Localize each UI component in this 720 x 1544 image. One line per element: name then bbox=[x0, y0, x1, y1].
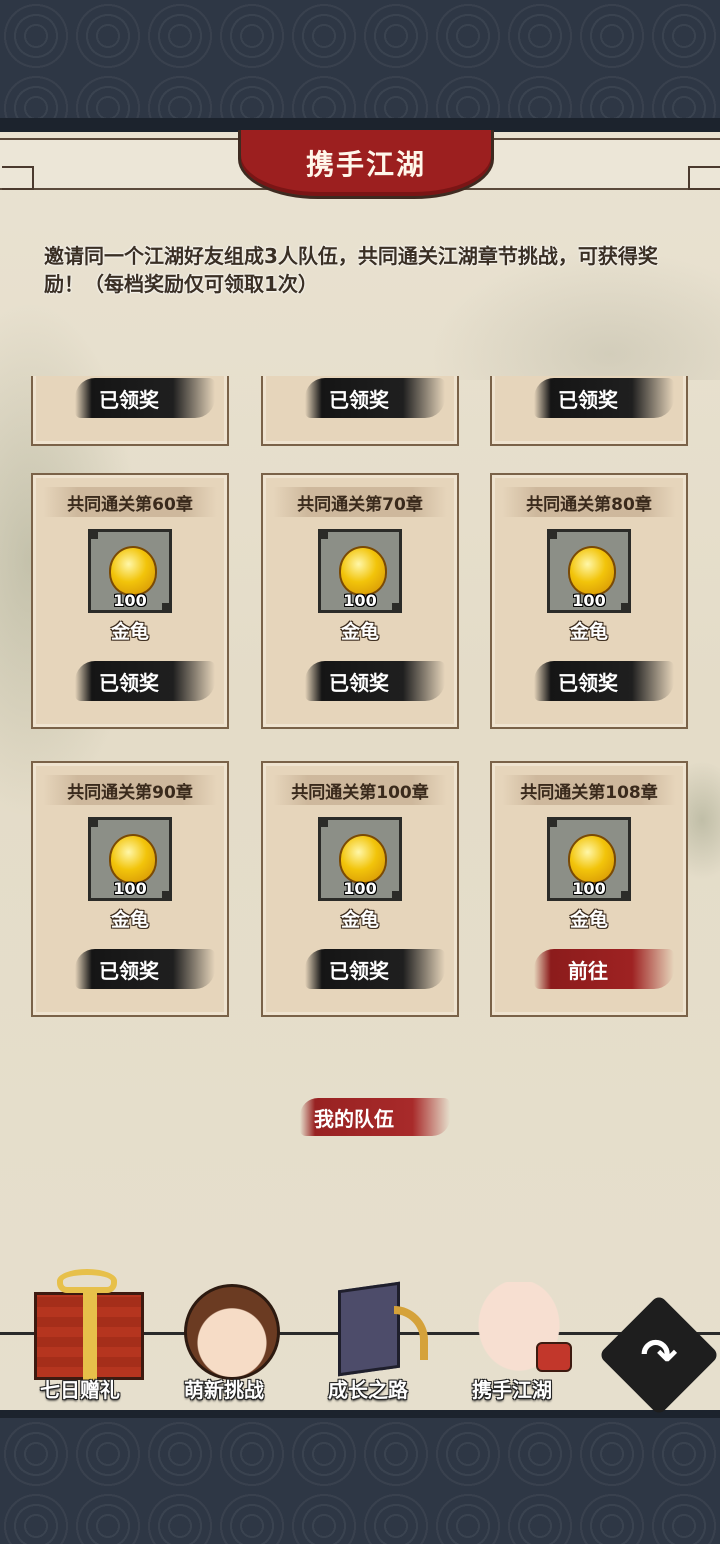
reward-card: 共同通关第108章 100 金龟 前往 bbox=[490, 761, 688, 1017]
item-name: 金龟 bbox=[340, 909, 379, 931]
reward-card: 已领奖 bbox=[31, 376, 229, 446]
my-team-button[interactable]: 我的队伍 bbox=[300, 1098, 450, 1136]
claimed-button: 已领奖 bbox=[75, 378, 215, 418]
claimed-button: 已领奖 bbox=[305, 378, 445, 418]
item-slot[interactable]: 100 bbox=[88, 529, 172, 613]
bottom-pattern-band bbox=[0, 1418, 720, 1544]
nav-label: 成长之路 bbox=[328, 1378, 408, 1402]
go-button[interactable]: 前往 bbox=[534, 949, 674, 989]
reward-card: 已领奖 bbox=[490, 376, 688, 446]
nav-item-newbie-challenge[interactable]: 萌新挑战 bbox=[154, 1280, 294, 1408]
nav-icon-wrap bbox=[462, 1280, 572, 1378]
rewards-scroll-area[interactable]: 已领奖 已领奖 已领奖 共同通关第60章 100 金龟 已领奖 共同通关第70章… bbox=[0, 376, 720, 1066]
golden-turtle-icon bbox=[109, 546, 157, 596]
reward-title: 共同通关第80章 bbox=[502, 487, 676, 517]
nav-label: 七日赠礼 bbox=[40, 1378, 120, 1402]
claimed-button: 已领奖 bbox=[534, 661, 674, 701]
item-slot[interactable]: 100 bbox=[88, 817, 172, 901]
reward-title: 共同通关第60章 bbox=[43, 487, 217, 517]
claimed-button: 已领奖 bbox=[305, 949, 445, 989]
handshake-icon bbox=[472, 1282, 572, 1378]
claimed-button: 已领奖 bbox=[75, 949, 215, 989]
item-name: 金龟 bbox=[110, 621, 149, 643]
reward-card: 共同通关第80章 100 金龟 已领奖 bbox=[490, 473, 688, 729]
reward-title: 共同通关第108章 bbox=[502, 775, 676, 805]
item-quantity: 100 bbox=[572, 591, 606, 610]
nav-icon-wrap bbox=[30, 1269, 144, 1380]
item-name: 金龟 bbox=[110, 909, 149, 931]
share-arrow-icon: ↷ bbox=[640, 1329, 678, 1381]
book-arrow-icon bbox=[394, 1306, 428, 1360]
claimed-button: 已领奖 bbox=[305, 661, 445, 701]
claimed-button: 已领奖 bbox=[534, 378, 674, 418]
reward-card: 共同通关第90章 100 金龟 已领奖 bbox=[31, 761, 229, 1017]
reward-title: 共同通关第70章 bbox=[273, 487, 447, 517]
nav-icon-wrap bbox=[174, 1280, 280, 1380]
reward-card: 共同通关第100章 100 金龟 已领奖 bbox=[261, 761, 459, 1017]
nav-label: 萌新挑战 bbox=[184, 1378, 264, 1402]
golden-turtle-icon bbox=[568, 546, 616, 596]
book-icon bbox=[338, 1281, 400, 1377]
nav-item-seven-day-gift[interactable]: 七日赠礼 bbox=[10, 1269, 150, 1408]
golden-turtle-icon bbox=[339, 546, 387, 596]
gift-box-icon bbox=[34, 1269, 144, 1380]
reward-card: 共同通关第70章 100 金龟 已领奖 bbox=[261, 473, 459, 729]
reward-title: 共同通关第90章 bbox=[43, 775, 217, 805]
item-quantity: 100 bbox=[113, 591, 147, 610]
corner-ornament-left bbox=[2, 166, 34, 190]
girl-avatar-icon bbox=[184, 1284, 280, 1380]
reward-card: 已领奖 bbox=[261, 376, 459, 446]
item-slot[interactable]: 100 bbox=[547, 817, 631, 901]
item-slot[interactable]: 100 bbox=[318, 529, 402, 613]
item-quantity: 100 bbox=[343, 591, 377, 610]
nav-icon-wrap bbox=[318, 1280, 428, 1377]
item-name: 金龟 bbox=[569, 621, 608, 643]
claimed-button: 已领奖 bbox=[75, 661, 215, 701]
reward-title: 共同通关第100章 bbox=[273, 775, 447, 805]
nav-item-growth-path[interactable]: 成长之路 bbox=[298, 1280, 438, 1408]
nav-label: 携手江湖 bbox=[472, 1378, 552, 1402]
event-description: 邀请同一个江湖好友组成3人队伍，共同通关江湖章节挑战，可获得奖励！（每档奖励仅可… bbox=[44, 244, 658, 296]
golden-turtle-icon bbox=[568, 834, 616, 884]
item-quantity: 100 bbox=[343, 879, 377, 898]
item-slot[interactable]: 100 bbox=[547, 529, 631, 613]
golden-turtle-icon bbox=[339, 834, 387, 884]
item-quantity: 100 bbox=[113, 879, 147, 898]
reward-card: 共同通关第60章 100 金龟 已领奖 bbox=[31, 473, 229, 729]
item-name: 金龟 bbox=[569, 909, 608, 931]
item-quantity: 100 bbox=[572, 879, 606, 898]
item-slot[interactable]: 100 bbox=[318, 817, 402, 901]
nav-item-hand-in-hand[interactable]: 携手江湖 bbox=[442, 1280, 582, 1408]
page-title: 携手江湖 bbox=[238, 130, 494, 199]
golden-turtle-icon bbox=[109, 834, 157, 884]
item-name: 金龟 bbox=[340, 621, 379, 643]
corner-ornament-right bbox=[688, 166, 720, 190]
top-pattern-band bbox=[0, 0, 720, 120]
